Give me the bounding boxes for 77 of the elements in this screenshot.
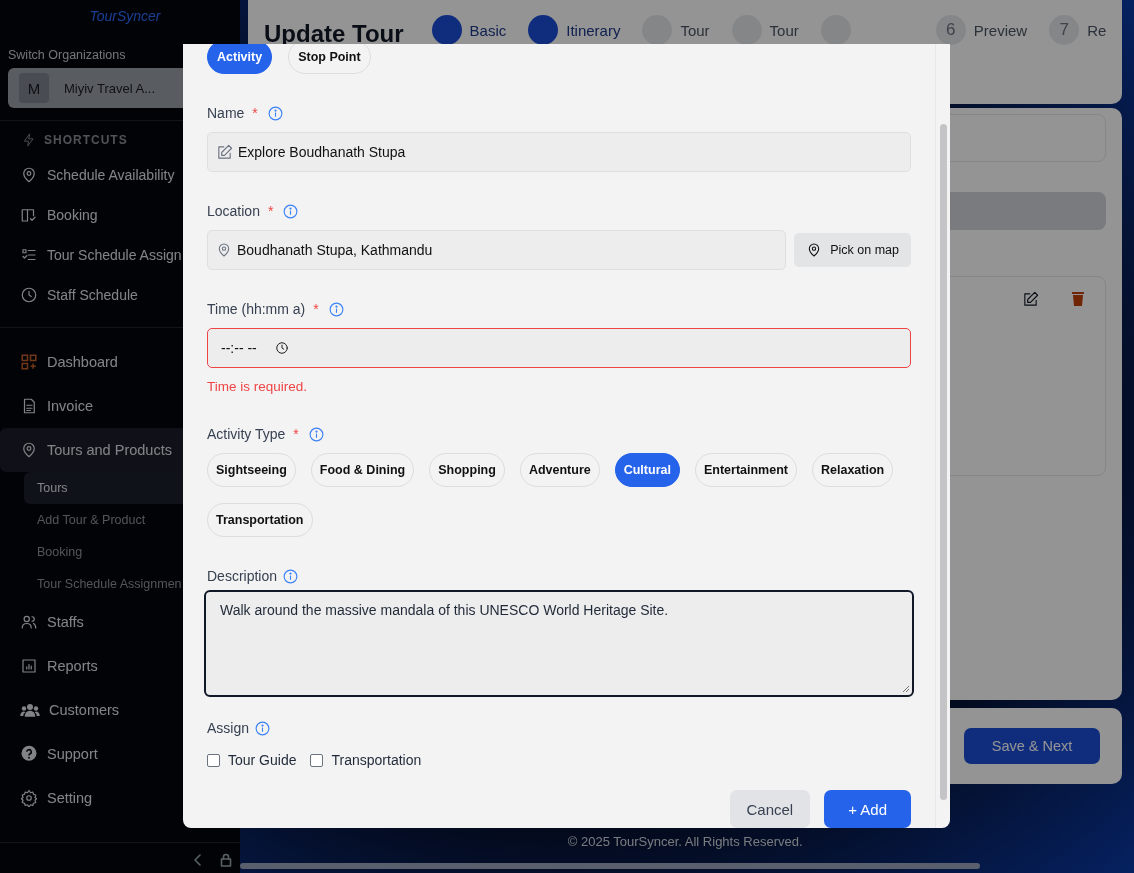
logo: TourSyncer: [89, 8, 161, 24]
activity-type-chip[interactable]: Sightseeing: [207, 453, 296, 487]
scrollbar[interactable]: [240, 863, 980, 869]
add-button[interactable]: + Add: [824, 790, 911, 828]
activity-type-chip[interactable]: Shopping: [429, 453, 505, 487]
step-label: Tour: [680, 21, 710, 39]
scrollbar-thumb[interactable]: [940, 124, 947, 800]
map-pin-icon: [216, 242, 232, 258]
map-pin-icon: [20, 441, 38, 459]
info-icon: [283, 568, 299, 584]
required-mark: *: [267, 203, 274, 219]
checkbox[interactable]: [310, 753, 324, 767]
step-label: Preview: [973, 21, 1028, 39]
dashboard-icon: [20, 353, 38, 371]
field-label: Assign: [207, 720, 250, 736]
field-label: Time (hh:mm a): [207, 301, 306, 317]
clock-icon: [20, 286, 38, 304]
location-field[interactable]: Boudhanath Stupa, Kathmandu: [207, 230, 787, 270]
info-icon: [308, 426, 324, 442]
map-pin-icon: [20, 166, 38, 184]
lightning-icon: [22, 133, 36, 147]
activity-type-chip[interactable]: Transportation: [207, 503, 313, 537]
avatar: M: [18, 72, 50, 104]
required-mark: *: [293, 426, 299, 442]
clock-icon: [274, 341, 289, 355]
section-heading: SHORTCUTS: [44, 133, 128, 147]
help-icon: [20, 745, 38, 763]
info-icon: [328, 301, 344, 317]
field-label: Name: [207, 105, 245, 121]
error-message: Time is required.: [207, 379, 309, 394]
info-icon: [255, 720, 271, 736]
chevron-left-icon[interactable]: [192, 853, 204, 867]
sidebar-item[interactable]: Setting: [0, 776, 240, 820]
activity-type-chip[interactable]: Adventure: [519, 453, 600, 487]
step-label: Itinerary: [566, 21, 621, 39]
people-icon: [20, 613, 38, 631]
tab[interactable]: Stop Point: [288, 44, 371, 74]
chart-icon: [20, 657, 38, 675]
info-icon: [267, 105, 283, 121]
step-label: Basic: [469, 21, 507, 39]
field-value: Explore Boudhanath Stupa: [238, 144, 406, 160]
name-field[interactable]: Explore Boudhanath Stupa: [207, 132, 911, 172]
description-field[interactable]: Walk around the massive mandala of this UNESCO World Heritage Site.: [204, 590, 914, 697]
cancel-button[interactable]: Cancel: [729, 790, 811, 828]
lock-icon[interactable]: [220, 853, 232, 867]
checkbox-label: Tour Guide: [228, 752, 297, 768]
copyright-text: © 2025 TourSyncer. All Rights Reserved.: [566, 834, 804, 849]
time-field[interactable]: --:-- --: [207, 328, 911, 368]
activity-type-chip[interactable]: Cultural: [614, 453, 680, 487]
field-value: Walk around the massive mandala of this UNESCO World Heritage Site.: [220, 602, 669, 618]
edit-icon: [1022, 291, 1040, 308]
activity-type-chip[interactable]: Food & Dining: [310, 453, 415, 487]
step-circle: 7: [1049, 15, 1080, 45]
field-label: Description: [207, 568, 278, 584]
required-mark: *: [313, 301, 319, 317]
activity-type-chip[interactable]: Entertainment: [694, 453, 797, 487]
step-label: Tour: [769, 21, 799, 39]
activity-type-chip[interactable]: Relaxation: [812, 453, 894, 487]
tab[interactable]: Activity: [207, 44, 273, 74]
pick-on-map-button[interactable]: Pick on map: [794, 233, 911, 267]
resize-handle-icon[interactable]: [902, 685, 910, 693]
step-label: Re: [1087, 21, 1107, 39]
field-value: Boudhanath Stupa, Kathmandu: [237, 242, 433, 258]
checkbox[interactable]: [207, 753, 220, 767]
people-icon: [20, 701, 40, 719]
edit-icon: [216, 143, 233, 161]
checkbox-label: Transportation: [331, 752, 422, 768]
settings-icon: [20, 789, 38, 807]
field-label: Location: [207, 203, 260, 219]
save-next-button[interactable]: Save & Next: [963, 728, 1101, 764]
trash-icon[interactable]: [1071, 291, 1086, 307]
required-mark: *: [252, 105, 258, 121]
info-icon: [283, 203, 299, 219]
book-icon: [20, 206, 38, 224]
step-circle: 6: [935, 15, 966, 45]
organization-name: Miyiv Travel A...: [64, 80, 156, 96]
field-value: --:-- --: [221, 340, 257, 356]
